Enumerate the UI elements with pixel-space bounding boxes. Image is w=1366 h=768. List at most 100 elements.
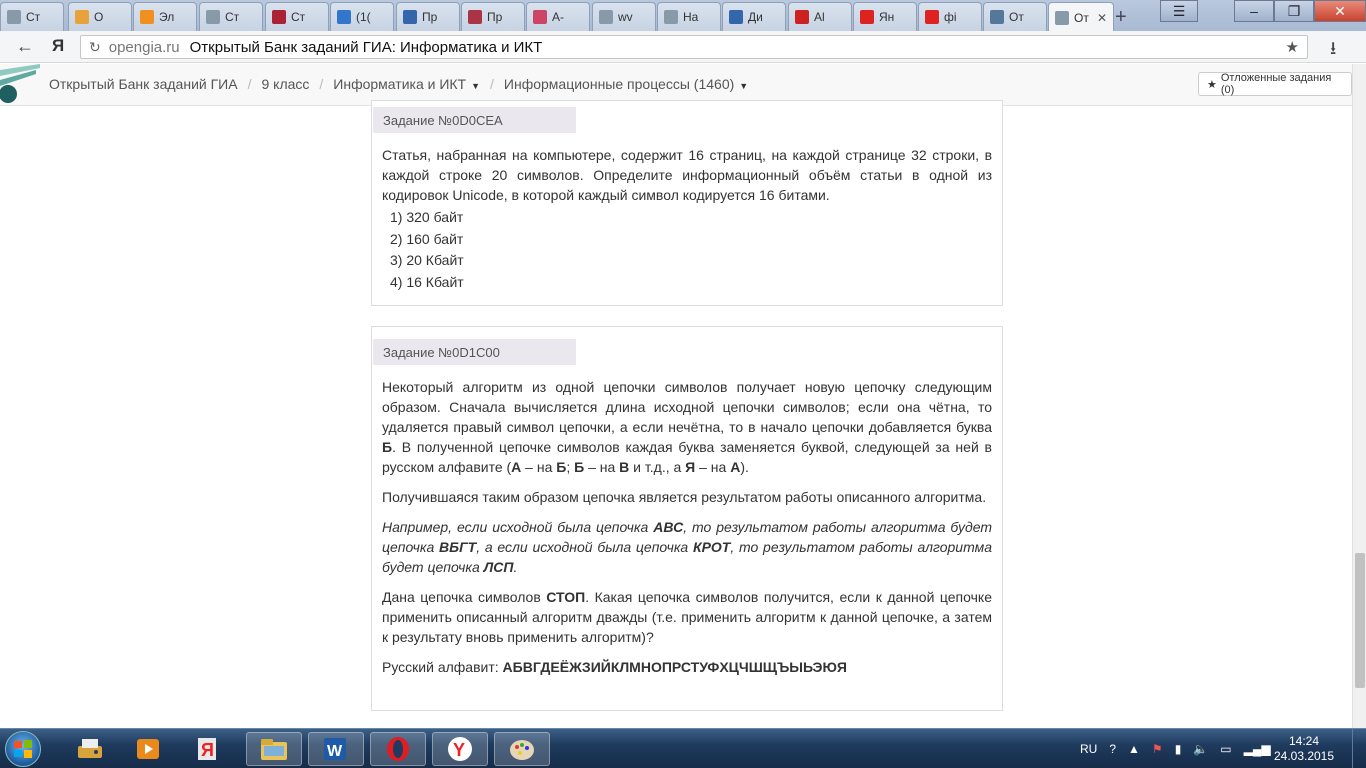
fax-icon[interactable]	[62, 732, 118, 766]
browser-tab[interactable]: На	[657, 2, 721, 31]
task-alphabet: Русский алфавит: АБВГДЕЁЖЗИЙКЛМНОПРСТУФХ…	[382, 659, 847, 675]
bookmark-star-icon[interactable]: ★	[1286, 38, 1299, 56]
clock-time: 14:24	[1288, 734, 1320, 748]
breadcrumb-separator: /	[319, 76, 324, 92]
power-icon[interactable]: ▭	[1220, 742, 1231, 756]
task-paragraph: Получившаяся таким образом цепочка являе…	[382, 489, 987, 505]
browser-tab[interactable]: Ст	[0, 2, 64, 31]
deferred-tasks-button[interactable]: ★ Отложенные задания (0)	[1198, 72, 1352, 96]
show-hidden-icons[interactable]: ▲	[1128, 742, 1140, 756]
task-text: Статья, набранная на компьютере, содержи…	[382, 147, 992, 203]
browser-tab-label: О	[94, 10, 104, 24]
browser-tab[interactable]: Эл	[133, 2, 197, 31]
chat-icon	[729, 10, 743, 24]
breadcrumb-label: Информатика и ИКТ	[333, 76, 467, 92]
yandex-logo-icon[interactable]: Я	[52, 36, 64, 56]
browser-tab[interactable]: А-	[526, 2, 590, 31]
answer-option: 4) 16 Кбайт	[390, 273, 464, 290]
browser-tab[interactable]: фі	[918, 2, 982, 31]
media-player-icon[interactable]	[120, 732, 176, 766]
browser-tab-label: Ст	[225, 10, 240, 24]
network-icon[interactable]: ▮	[1175, 742, 1182, 756]
browser-tab[interactable]: Пр	[461, 2, 525, 31]
joomla-icon	[75, 10, 89, 24]
scrollbar-thumb[interactable]	[1355, 553, 1365, 688]
show-desktop-button[interactable]	[1352, 729, 1366, 768]
browser-tab-label: Пр	[487, 10, 503, 24]
browser-tab[interactable]: wv	[592, 2, 656, 31]
opera-icon[interactable]	[370, 732, 426, 766]
breadcrumb-label: Открытый Банк заданий ГИА	[49, 76, 238, 92]
breadcrumb-item[interactable]: Информатика и ИКТ ▼	[333, 76, 480, 92]
browser-tab-label: Ди	[748, 10, 763, 24]
close-tab-icon[interactable]: ✕	[1097, 11, 1107, 25]
browser-tab[interactable]: О	[68, 2, 132, 31]
minimize-button[interactable]: –	[1234, 0, 1274, 22]
yandex-browser-icon[interactable]: Я	[180, 732, 236, 766]
clock[interactable]: 14:24 24.03.2015	[1268, 734, 1340, 764]
breadcrumb: Открытый Банк заданий ГИА / 9 класс / Информ…	[49, 76, 748, 92]
breadcrumb-item[interactable]: Информационные процессы (1460) ▼	[504, 76, 748, 92]
browser-tab-label: wv	[618, 10, 633, 24]
browser-tab[interactable]: От	[983, 2, 1047, 31]
atom-icon	[533, 10, 547, 24]
browser-tab[interactable]: Пр	[396, 2, 460, 31]
yandex-icon	[925, 10, 939, 24]
navigation-bar: ← Я ↻ opengia.ru Открытый Банк заданий Г…	[0, 31, 1366, 63]
browser-tab[interactable]: Ст	[265, 2, 329, 31]
browser-tab[interactable]: (1(	[330, 2, 394, 31]
volume-icon[interactable]: 🔈	[1193, 742, 1208, 756]
address-page-title: Открытый Банк заданий ГИА: Информатика и…	[189, 38, 543, 56]
breadcrumb-item[interactable]: Открытый Банк заданий ГИА	[49, 76, 238, 92]
signal-icon[interactable]: ▂▄▆	[1244, 742, 1271, 756]
browser-tab[interactable]: Ян	[853, 2, 917, 31]
maximize-button[interactable]: ❐	[1274, 0, 1314, 22]
start-button[interactable]	[5, 731, 41, 767]
yandex-icon[interactable]: Y	[432, 732, 488, 766]
breadcrumb-separator: /	[490, 76, 494, 92]
breadcrumb-label: Информационные процессы (1460)	[503, 76, 735, 92]
task-id-label: Задание №0D1C00	[373, 339, 576, 365]
reload-icon[interactable]: ↻	[89, 39, 101, 56]
menu-button[interactable]: ☰	[1160, 0, 1198, 22]
task-example: Например, если исходной была цепочка АВС…	[382, 519, 992, 575]
browser-tab-label: Эл	[159, 10, 175, 24]
browser-tab[interactable]: Al	[788, 2, 852, 31]
back-icon[interactable]: ←	[16, 36, 34, 57]
paint-icon[interactable]	[494, 732, 550, 766]
page-scrollbar[interactable]	[1352, 64, 1366, 728]
breadcrumb-item[interactable]: 9 класс	[261, 76, 309, 92]
answer-options: 1) 320 байт 2) 160 байт 3) 20 Кбайт 4) 1…	[382, 207, 992, 293]
document-icon	[403, 10, 417, 24]
star-icon: ★	[1207, 78, 1217, 91]
browser-tab-label: А-	[552, 10, 564, 24]
close-window-button[interactable]: ✕	[1314, 0, 1366, 22]
browser-tab[interactable]: От ✕	[1048, 2, 1114, 32]
orange-flower-icon	[140, 10, 154, 24]
new-tab-button[interactable]: +	[1115, 6, 1127, 29]
clock-date: 24.03.2015	[1273, 749, 1335, 763]
yandex-icon	[860, 10, 874, 24]
file-explorer-icon[interactable]	[246, 732, 302, 766]
site-logo-icon[interactable]	[0, 64, 40, 106]
book-icon	[272, 10, 286, 24]
flag-icon[interactable]: ⚑	[1152, 742, 1163, 756]
breadcrumb-label: 9 класс	[261, 76, 310, 92]
answer-option: 1) 320 байт	[390, 209, 464, 225]
help-icon[interactable]: ?	[1109, 742, 1116, 756]
page-icon	[1055, 10, 1069, 25]
task-body: Статья, набранная на компьютере, содержи…	[382, 145, 992, 293]
window-controls: – ❐ ✕	[1234, 0, 1366, 22]
breadcrumb-separator: /	[247, 76, 252, 92]
word-icon[interactable]: W	[308, 732, 364, 766]
windows-logo-icon	[14, 740, 32, 758]
browser-tab[interactable]: Ст	[199, 2, 263, 31]
task-question: Дана цепочка символов СТОП. Какая цепочк…	[382, 589, 992, 645]
deferred-tasks-label: Отложенные задания (0)	[1220, 72, 1332, 96]
download-icon[interactable]: ⭳	[1330, 36, 1336, 66]
browser-tab[interactable]: Ди	[722, 2, 786, 31]
page-icon	[206, 10, 220, 24]
photo-icon	[990, 10, 1004, 24]
address-bar[interactable]: ↻ opengia.ru Открытый Банк заданий ГИА: …	[80, 35, 1308, 59]
language-indicator[interactable]: RU	[1080, 742, 1097, 756]
